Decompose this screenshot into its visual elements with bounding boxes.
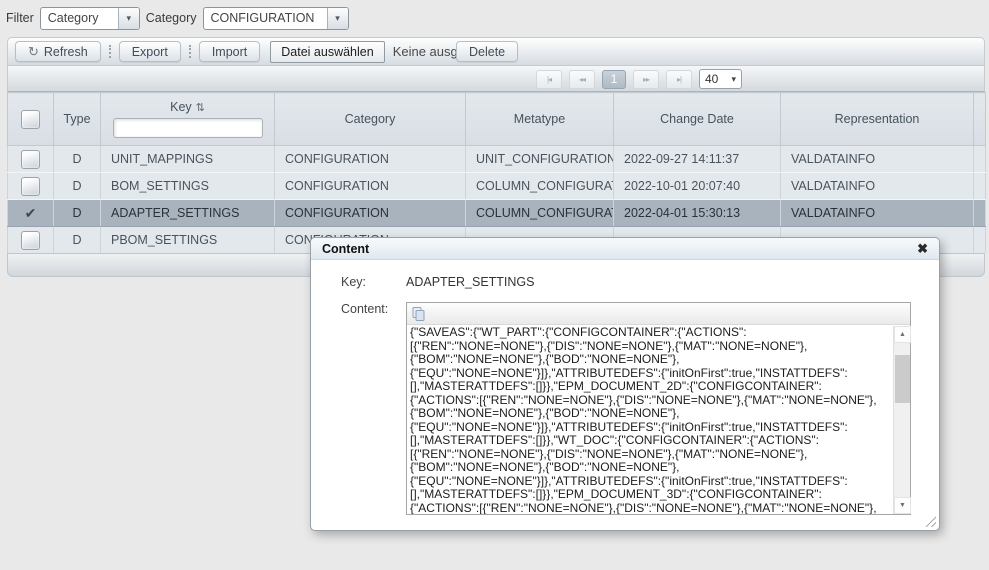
data-grid: Type Key ⇅ Category Metatype Change Date…: [7, 92, 985, 254]
category-value: CONFIGURATION: [204, 11, 327, 25]
cell-representation: VALDATAINFO: [781, 200, 974, 227]
dialog-title: Content: [322, 242, 369, 256]
header-key-label[interactable]: Key: [170, 100, 192, 114]
filter-bar: Filter Category ▾ Category CONFIGURATION…: [0, 0, 989, 36]
scroll-up-icon[interactable]: ▲: [894, 326, 911, 343]
refresh-icon: ↻: [28, 45, 39, 58]
cell-type: D: [54, 146, 101, 173]
header-type: Type: [54, 93, 101, 146]
export-button[interactable]: Export: [119, 41, 181, 62]
cell-key: ADAPTER_SETTINGS: [101, 200, 275, 227]
refresh-button[interactable]: ↻ Refresh: [15, 41, 101, 62]
chevron-down-icon[interactable]: ▾: [327, 8, 348, 29]
key-value: ADAPTER_SETTINGS: [406, 275, 535, 289]
header-representation: Representation: [781, 93, 974, 146]
cell-metatype: UNIT_CONFIGURATION: [466, 146, 614, 173]
first-page-button[interactable]: |◂: [536, 70, 562, 89]
copy-icon[interactable]: [411, 306, 427, 322]
import-button[interactable]: Import: [199, 41, 260, 62]
last-page-button[interactable]: ▸|: [666, 70, 692, 89]
content-label: Content:: [341, 302, 406, 515]
cell-category: CONFIGURATION: [275, 173, 466, 200]
refresh-label: Refresh: [44, 45, 88, 59]
key-label: Key:: [341, 275, 406, 289]
cell-representation: VALDATAINFO: [781, 173, 974, 200]
content-dialog: Content ✖ Key: ADAPTER_SETTINGS Content:…: [310, 237, 940, 531]
table-row-selected[interactable]: ✔ D ADAPTER_SETTINGS CONFIGURATION COLUM…: [8, 200, 986, 227]
filter-type-dropdown[interactable]: Category ▾: [40, 7, 140, 30]
cell-filler: [974, 200, 986, 227]
scrollbar-thumb[interactable]: [895, 355, 910, 403]
row-checkbox[interactable]: [21, 177, 40, 196]
close-icon[interactable]: ✖: [917, 242, 928, 255]
cell-representation: VALDATAINFO: [781, 146, 974, 173]
table-row[interactable]: D UNIT_MAPPINGS CONFIGURATION UNIT_CONFI…: [8, 146, 986, 173]
row-checkbox[interactable]: [21, 231, 40, 250]
delete-button[interactable]: Delete: [456, 41, 518, 62]
cell-key: BOM_SETTINGS: [101, 173, 275, 200]
category-dropdown[interactable]: CONFIGURATION ▾: [203, 7, 349, 30]
cell-type: D: [54, 173, 101, 200]
toolbar-separator: [109, 45, 111, 58]
file-choose-button[interactable]: Datei auswählen: [270, 41, 384, 63]
cell-type: D: [54, 227, 101, 254]
cell-change-date: 2022-04-01 15:30:13: [614, 200, 781, 227]
chevron-down-icon[interactable]: ▾: [118, 8, 139, 29]
table-header-row: Type Key ⇅ Category Metatype Change Date…: [8, 93, 986, 146]
scroll-down-icon[interactable]: ▼: [894, 497, 911, 514]
cell-category: CONFIGURATION: [275, 146, 466, 173]
export-label: Export: [132, 45, 168, 59]
key-filter-input[interactable]: [113, 118, 263, 138]
header-select-all-cell: [8, 93, 54, 146]
row-checkbox[interactable]: [21, 150, 40, 169]
content-editor: {"SAVEAS":{"WT_PART":{"CONFIGCONTAINER":…: [406, 302, 911, 515]
category-label: Category: [146, 11, 197, 25]
scrollbar[interactable]: ▲ ▼: [893, 326, 910, 514]
chevron-down-icon: ▾: [731, 74, 736, 85]
cell-filler: [974, 146, 986, 173]
delete-label: Delete: [469, 45, 505, 59]
table-row[interactable]: D BOM_SETTINGS CONFIGURATION COLUMN_CONF…: [8, 173, 986, 200]
filter-label: Filter: [6, 11, 34, 25]
cell-key: UNIT_MAPPINGS: [101, 146, 275, 173]
editor-toolbar: [407, 303, 910, 325]
dialog-body: Key: ADAPTER_SETTINGS Content: {"SAVEAS"…: [311, 260, 939, 515]
content-textarea[interactable]: {"SAVEAS":{"WT_PART":{"CONFIGCONTAINER":…: [407, 326, 893, 514]
resize-grip-icon[interactable]: [925, 516, 936, 527]
header-category: Category: [275, 93, 466, 146]
prev-page-button[interactable]: ◂◂: [569, 70, 595, 89]
cell-type: D: [54, 200, 101, 227]
sort-icon[interactable]: ⇅: [196, 101, 205, 114]
paginator-controls: |◂ ◂◂ 1 ▸▸ ▸| 40 ▾: [536, 69, 742, 89]
data-table: Type Key ⇅ Category Metatype Change Date…: [7, 92, 986, 254]
page-size-select[interactable]: 40 ▾: [699, 69, 742, 89]
cell-metatype: COLUMN_CONFIGURATION: [466, 173, 614, 200]
header-key: Key ⇅: [101, 93, 275, 146]
toolbar: ↻ Refresh Export Import Datei auswählen …: [7, 37, 985, 66]
checked-checkbox[interactable]: ✔: [25, 205, 37, 221]
current-page-button[interactable]: 1: [602, 70, 626, 89]
cell-key: PBOM_SETTINGS: [101, 227, 275, 254]
cell-filler: [974, 227, 986, 254]
cell-category: CONFIGURATION: [275, 200, 466, 227]
paginator: |◂ ◂◂ 1 ▸▸ ▸| 40 ▾: [7, 66, 985, 92]
cell-filler: [974, 173, 986, 200]
import-label: Import: [212, 45, 247, 59]
cell-change-date: 2022-10-01 20:07:40: [614, 173, 781, 200]
cell-metatype: COLUMN_CONFIGURATION: [466, 200, 614, 227]
dialog-title-bar[interactable]: Content ✖: [311, 238, 939, 260]
toolbar-separator: [189, 45, 191, 58]
cell-change-date: 2022-09-27 14:11:37: [614, 146, 781, 173]
page-size-value: 40: [705, 72, 718, 86]
header-change-date: Change Date: [614, 93, 781, 146]
next-page-button[interactable]: ▸▸: [633, 70, 659, 89]
select-all-checkbox[interactable]: [21, 110, 40, 129]
filter-type-value: Category: [41, 11, 118, 25]
header-metatype: Metatype: [466, 93, 614, 146]
header-filler: [974, 93, 986, 146]
